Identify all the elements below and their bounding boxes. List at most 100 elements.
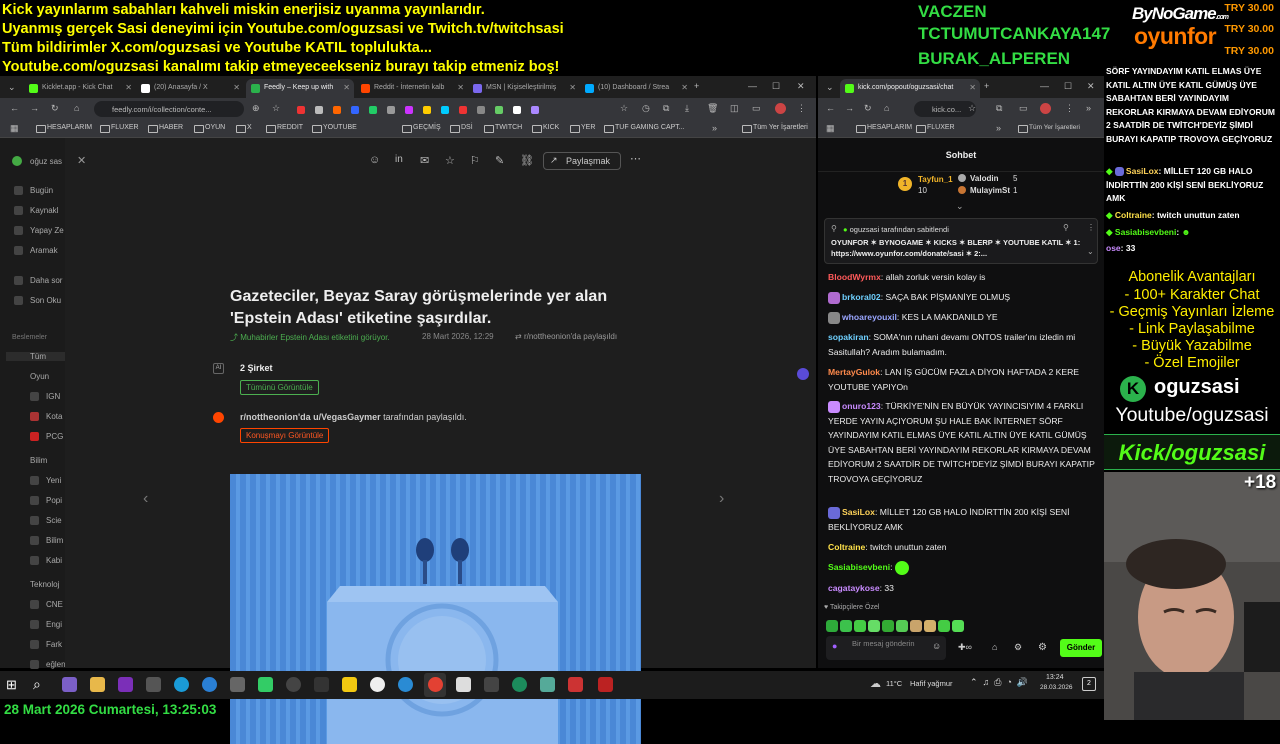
chat-apps-icon[interactable]: ▦ xyxy=(826,123,835,134)
explorer-icon[interactable] xyxy=(90,677,105,692)
bookmark-reddit[interactable]: REDDIT xyxy=(266,124,303,133)
chat-more-bookmarks-icon[interactable]: » xyxy=(996,123,1001,133)
expand-pinned-icon[interactable]: ⌄ xyxy=(1087,247,1094,256)
chat-more-icon[interactable]: » xyxy=(1086,103,1091,113)
nav-recent[interactable]: Son Oku xyxy=(30,296,61,305)
chat-minimize-icon[interactable]: — xyxy=(1040,81,1049,91)
history-icon[interactable]: ◷ xyxy=(642,103,650,114)
send-button[interactable]: Gönder xyxy=(1060,639,1102,657)
chat-home-icon[interactable]: ⌂ xyxy=(884,103,889,113)
link-icon[interactable]: ⛓ xyxy=(520,154,534,167)
mic-icon[interactable]: ● xyxy=(832,641,837,651)
chat-profile-icon[interactable] xyxy=(1040,103,1051,114)
clock-date[interactable]: 28.03.2026 xyxy=(1040,684,1073,691)
chat-close-window-icon[interactable]: ✕ xyxy=(1087,81,1095,92)
feed-eglen[interactable]: eğlen xyxy=(46,660,66,669)
emoji-icon[interactable]: ☺ xyxy=(932,641,941,651)
view-all-button[interactable]: Tümünü Görüntüle xyxy=(240,380,319,395)
url-field[interactable]: feedly.com/i/collection/conte... xyxy=(94,101,244,117)
nav-search[interactable]: Aramak xyxy=(30,246,58,255)
chat-url-field[interactable]: kick.co... xyxy=(914,101,976,117)
search-icon[interactable]: ⌕ xyxy=(33,676,41,693)
save-bookmark-icon[interactable]: ⚐ xyxy=(470,154,480,167)
app-icon[interactable] xyxy=(314,677,329,692)
bookmark-hesaplarim[interactable]: HESAPLARIM xyxy=(36,124,92,133)
tab-x[interactable]: (20) Anasayfa / X ✕ xyxy=(136,79,244,98)
tab-kick-chat[interactable]: kick.com/popout/oguzsasi/chat ✕ xyxy=(840,79,980,98)
leader-1-name[interactable]: Tayfun_1 xyxy=(918,175,953,184)
back-icon[interactable]: ← xyxy=(10,103,19,113)
leader-2-name[interactable]: Valodin xyxy=(970,174,998,183)
group-teknoloji[interactable]: Teknoloj xyxy=(30,580,59,589)
start-icon[interactable]: ⊞ xyxy=(6,677,17,693)
bookmark-fluxer[interactable]: FLUXER xyxy=(100,124,139,133)
tab-msn[interactable]: MSN | Kişiselleştirilmiş ✕ xyxy=(468,79,580,98)
home-icon[interactable]: ⌂ xyxy=(74,103,79,113)
bookmark-kick[interactable]: KICK xyxy=(532,124,559,133)
reload-icon[interactable]: ↻ xyxy=(51,103,59,114)
chat-tab-search-icon[interactable]: ⌄ xyxy=(826,82,834,93)
bookmark-all[interactable]: Tüm Yer İşaretleri xyxy=(742,124,808,133)
nav-sources[interactable]: Kaynakl xyxy=(30,206,58,215)
pinned-message[interactable]: ⚲ ● oguzsasi tarafından sabitlendi ⚲ ⋮ O… xyxy=(824,218,1098,264)
feed-pcg[interactable]: PCG xyxy=(46,432,63,441)
leader-3-name[interactable]: MulayimSt xyxy=(970,186,1010,195)
unpin-icon[interactable]: ⚲ xyxy=(1063,223,1069,232)
chat-menu-icon[interactable]: ⋮ xyxy=(1065,103,1074,114)
floating-helper-icon[interactable] xyxy=(797,368,809,380)
app-icon[interactable] xyxy=(62,677,77,692)
notes-icon[interactable] xyxy=(342,677,357,692)
chat-bookmark-all[interactable]: Tüm Yer İşaretleri xyxy=(1018,124,1080,133)
settings-gear-icon[interactable]: ⚙ xyxy=(1014,642,1022,653)
feed-fark[interactable]: Fark xyxy=(46,640,62,649)
obs-icon[interactable] xyxy=(286,677,301,692)
close-window-icon[interactable]: ✕ xyxy=(797,81,805,92)
feed-popi[interactable]: Popi xyxy=(46,496,62,505)
edge-dev-icon[interactable] xyxy=(174,677,189,692)
feed-cnet[interactable]: CNE xyxy=(46,600,63,609)
feedly-ai-icon[interactable]: ☺ xyxy=(369,154,380,166)
gift-icon[interactable]: ✚∞ xyxy=(958,642,972,653)
next-article-icon[interactable]: › xyxy=(719,490,724,508)
profile-avatar-icon[interactable] xyxy=(775,103,786,114)
share-button[interactable]: ↗ Paylaşmak xyxy=(543,152,621,170)
user-name[interactable]: oğuz sas xyxy=(30,157,62,166)
terminal-icon[interactable] xyxy=(146,677,161,692)
more-bookmarks-icon[interactable]: » xyxy=(712,123,717,133)
article-title[interactable]: Gazeteciler, Beyaz Saray görüşmelerinde … xyxy=(230,286,640,330)
nav-ai[interactable]: Yapay Ze xyxy=(30,226,64,235)
chat-reload-icon[interactable]: ↻ xyxy=(864,103,872,114)
app-icon[interactable] xyxy=(512,677,527,692)
bookmark-gecmis[interactable]: GEÇMİŞ xyxy=(402,124,441,133)
camera-icon[interactable] xyxy=(230,677,245,692)
maximize-icon[interactable]: ☐ xyxy=(772,81,780,92)
bookmark-haber[interactable]: HABER xyxy=(148,124,183,133)
prev-article-icon[interactable]: ‹ xyxy=(143,490,148,508)
close-article-icon[interactable]: ✕ xyxy=(77,154,86,167)
feed-scie[interactable]: Scie xyxy=(46,516,62,525)
feed-kotaku[interactable]: Kota xyxy=(46,412,62,421)
screenshot-icon[interactable]: ◫ xyxy=(730,103,739,114)
user-avatar[interactable] xyxy=(12,156,22,166)
sidebar-icon[interactable]: ▭ xyxy=(752,103,761,114)
view-conversation-button[interactable]: Konuşmayı Görüntüle xyxy=(240,428,330,443)
minimize-icon[interactable]: — xyxy=(748,81,757,91)
tab-kicklet[interactable]: Kicklet.app - Kick Chat ✕ xyxy=(24,79,136,98)
edge-icon[interactable] xyxy=(202,677,217,692)
weather-icon[interactable]: ☁ xyxy=(870,677,881,690)
chat-maximize-icon[interactable]: ☐ xyxy=(1064,81,1072,92)
app-icon[interactable] xyxy=(484,677,499,692)
nav-today[interactable]: Bugün xyxy=(30,186,53,195)
star-icon[interactable]: ☆ xyxy=(620,103,628,114)
tab-feedly[interactable]: Feedly – Keep up with ✕ xyxy=(246,79,354,98)
chat-input[interactable]: ● Bir mesaj gönderin ☺ xyxy=(826,636,946,660)
app-icon[interactable] xyxy=(598,677,613,692)
tag-icon[interactable]: ✎ xyxy=(495,154,504,167)
collapse-leaderboard-icon[interactable]: ⌄ xyxy=(956,201,964,212)
tab-dashboard[interactable]: (10) Dashboard / Strea ✕ xyxy=(580,79,692,98)
pinned-more-icon[interactable]: ⋮ xyxy=(1087,223,1095,232)
favorite-star-icon[interactable]: ☆ xyxy=(445,154,455,167)
delete-icon[interactable]: 🗑 xyxy=(707,103,718,114)
nav-all[interactable]: Tüm xyxy=(6,352,65,361)
chat-settings-icon[interactable]: ⚙ xyxy=(1038,642,1047,653)
